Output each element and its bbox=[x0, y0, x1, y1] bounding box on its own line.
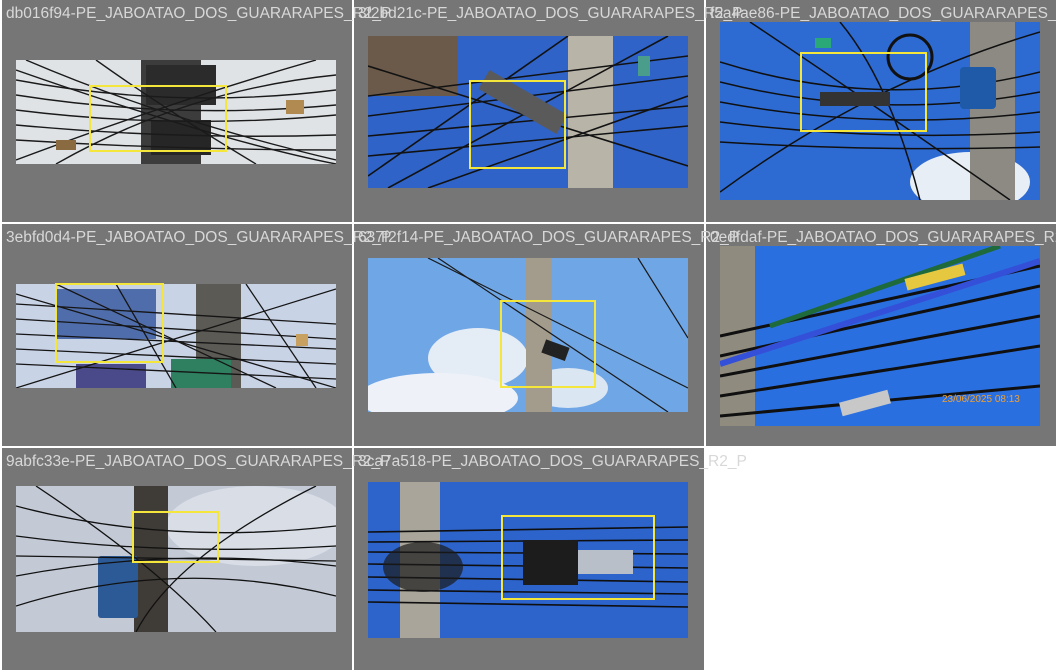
detection-box bbox=[132, 511, 219, 563]
image-tile[interactable]: db016f94-PE_JABOATAO_DOS_GUARARAPES_R2_P bbox=[2, 0, 391, 222]
image-filename: 3f2bd21c-PE_JABOATAO_DOS_GUARARAPES_R2_P bbox=[358, 5, 743, 22]
image-filename: 637f2f14-PE_JABOATAO_DOS_GUARARAPES_R2_P bbox=[358, 229, 740, 246]
detection-box bbox=[500, 300, 596, 388]
image-tile[interactable]: 3ebfd0d4-PE_JABOATAO_DOS_GUARARAPES_R2_P bbox=[2, 224, 391, 446]
detection-box bbox=[469, 80, 566, 169]
photo-thumbnail[interactable]: 23/06/2025 08:13 bbox=[720, 246, 1040, 426]
image-tile[interactable]: 3f2bd21c-PE_JABOATAO_DOS_GUARARAPES_R2_P bbox=[354, 0, 743, 222]
image-filename: 3ebfd0d4-PE_JABOATAO_DOS_GUARARAPES_R2_P bbox=[6, 229, 392, 246]
thumbnail-grid: db016f94-PE_JABOATAO_DOS_GUARARAPES_R2_P… bbox=[0, 0, 1056, 672]
image-filename: db016f94-PE_JABOATAO_DOS_GUARARAPES_R2_P bbox=[6, 5, 392, 22]
image-filename: 9abfc33e-PE_JABOATAO_DOS_GUARARAPES_R2_P bbox=[6, 453, 391, 470]
detection-box bbox=[800, 52, 927, 132]
image-filename: 3ca7a518-PE_JABOATAO_DOS_GUARARAPES_R2_P bbox=[358, 453, 747, 470]
detection-box bbox=[501, 515, 655, 600]
image-tile[interactable]: 637f2f14-PE_JABOATAO_DOS_GUARARAPES_R2_P bbox=[354, 224, 739, 446]
detection-box bbox=[55, 283, 164, 363]
image-tile[interactable]: 23/06/2025 08:13 0edfdaf-PE_JABOATAO_DOS… bbox=[706, 224, 1056, 446]
timestamp-overlay: 23/06/2025 08:13 bbox=[942, 394, 1020, 405]
image-filename: 0edfdaf-PE_JABOATAO_DOS_GUARARAPES_R2_P bbox=[710, 229, 1056, 246]
image-filename: f5a4ae86-PE_JABOATAO_DOS_GUARARAPES_R2_P bbox=[710, 5, 1056, 22]
detection-box bbox=[89, 85, 227, 152]
image-tile[interactable]: 9abfc33e-PE_JABOATAO_DOS_GUARARAPES_R2_P bbox=[2, 448, 391, 670]
image-tile[interactable]: f5a4ae86-PE_JABOATAO_DOS_GUARARAPES_R2_P bbox=[706, 0, 1056, 222]
image-tile[interactable]: 3ca7a518-PE_JABOATAO_DOS_GUARARAPES_R2_P bbox=[354, 448, 747, 670]
